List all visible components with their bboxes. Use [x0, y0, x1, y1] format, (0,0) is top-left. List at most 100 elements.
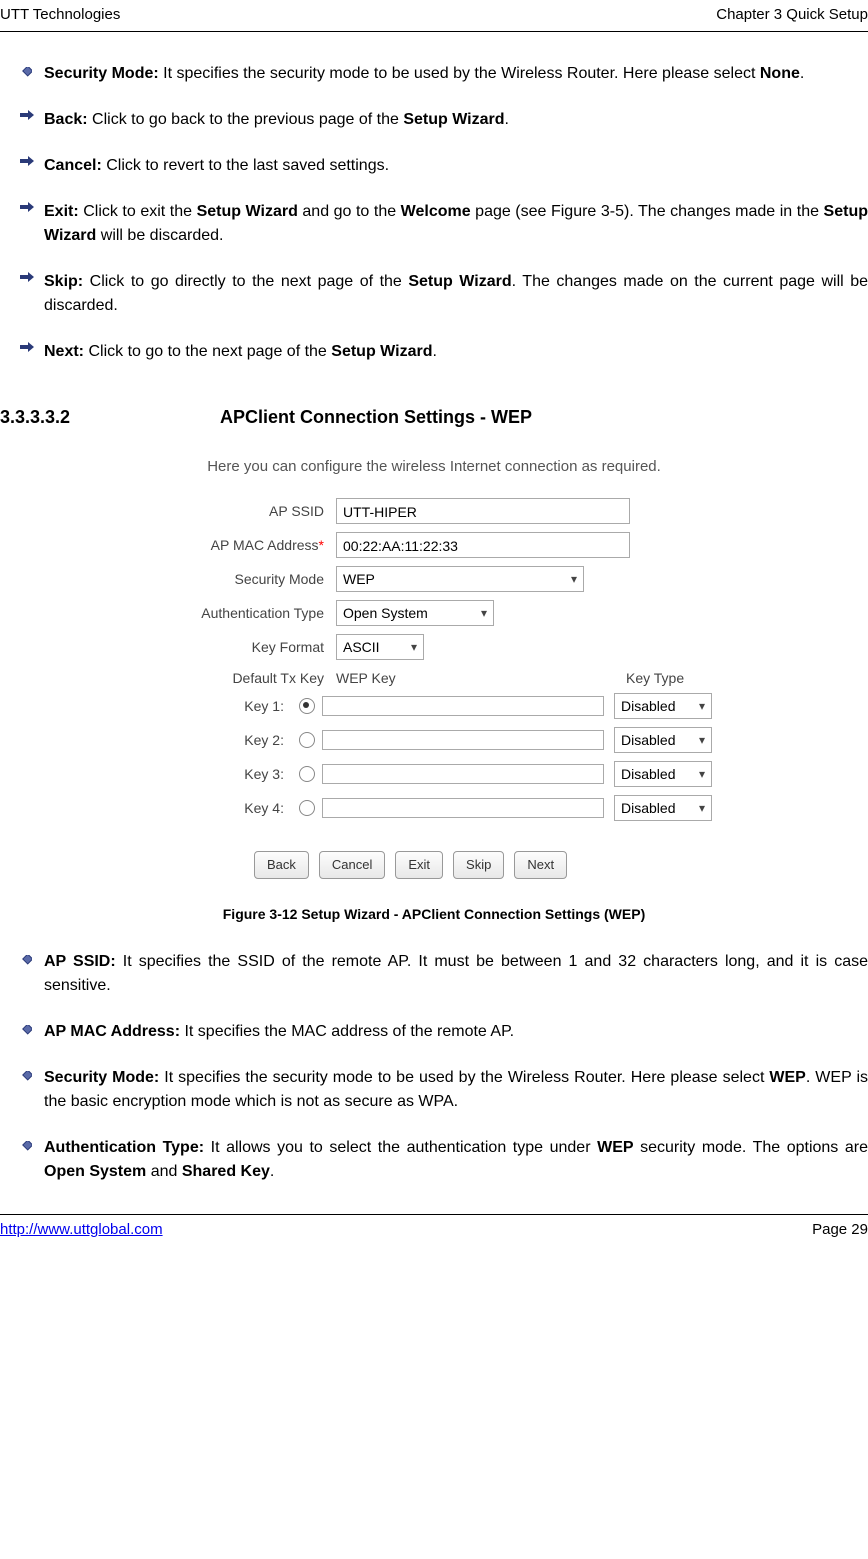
diamond-icon	[20, 1020, 44, 1044]
label-key3: Key 3:	[134, 764, 292, 785]
header-left: UTT Technologies	[0, 4, 120, 27]
diamond-icon	[20, 1136, 44, 1184]
bullet-ap-mac: AP MAC Address: It specifies the MAC add…	[20, 1020, 868, 1044]
key1-input[interactable]	[322, 696, 604, 716]
text: It allows you to select the authenticati…	[211, 1139, 597, 1156]
footer-url[interactable]: http://www.uttglobal.com	[0, 1219, 163, 1242]
bullet-security-mode: Security Mode: It specifies the security…	[20, 62, 868, 86]
key-format-select[interactable]: ASCII	[336, 634, 424, 660]
text: Setup Wizard	[331, 343, 432, 360]
label: Exit:	[44, 203, 83, 220]
header-right: Chapter 3 Quick Setup	[716, 4, 868, 27]
text: .	[800, 65, 804, 82]
label: Cancel:	[44, 157, 106, 174]
text: .	[432, 343, 436, 360]
back-button[interactable]: Back	[254, 851, 309, 879]
security-mode-select[interactable]: WEP	[336, 566, 584, 592]
text: It specifies the security mode to be use…	[163, 65, 760, 82]
diamond-icon	[20, 62, 44, 86]
key4-input[interactable]	[322, 798, 604, 818]
key3-input[interactable]	[322, 764, 604, 784]
text: and	[146, 1163, 182, 1180]
label-default-tx: Default Tx Key	[134, 668, 336, 689]
bullet-auth-type: Authentication Type: It allows you to se…	[20, 1136, 868, 1184]
next-button[interactable]: Next	[514, 851, 567, 879]
label-ap-mac: AP MAC Address*	[134, 535, 336, 556]
arrow-icon	[20, 200, 44, 248]
text: Click to go back to the previous page of…	[92, 111, 403, 128]
label: Next:	[44, 343, 88, 360]
text: WEP	[769, 1069, 805, 1086]
text: page (see Figure 3-5). The changes made …	[471, 203, 824, 220]
key4-type-select[interactable]: Disabled	[614, 795, 712, 821]
auth-type-select[interactable]: Open System	[336, 600, 494, 626]
key2-type-select[interactable]: Disabled	[614, 727, 712, 753]
diamond-icon	[20, 1066, 44, 1114]
label: AP SSID:	[44, 953, 123, 970]
text: It specifies the security mode to be use…	[164, 1069, 769, 1086]
text: security mode. The options are	[634, 1139, 868, 1156]
section-title: APClient Connection Settings - WEP	[220, 404, 532, 431]
bullet-exit: Exit: Click to exit the Setup Wizard and…	[20, 200, 868, 248]
key1-type-select[interactable]: Disabled	[614, 693, 712, 719]
skip-button[interactable]: Skip	[453, 851, 504, 879]
text: Click to go directly to the next page of…	[90, 273, 409, 290]
key3-radio[interactable]	[299, 766, 315, 782]
arrow-icon	[20, 108, 44, 132]
text: and go to the	[298, 203, 401, 220]
exit-button[interactable]: Exit	[395, 851, 443, 879]
text: None	[760, 65, 800, 82]
ap-mac-input[interactable]: 00:22:AA:11:22:33	[336, 532, 630, 558]
key1-radio[interactable]	[299, 698, 315, 714]
key3-type-select[interactable]: Disabled	[614, 761, 712, 787]
key2-input[interactable]	[322, 730, 604, 750]
bullet-cancel: Cancel: Click to revert to the last save…	[20, 154, 868, 178]
label-auth-type: Authentication Type	[134, 603, 336, 624]
text: .	[270, 1163, 274, 1180]
label-key1: Key 1:	[134, 696, 292, 717]
text: WEP	[597, 1139, 633, 1156]
label-key-format: Key Format	[134, 637, 336, 658]
text: Click to revert to the last saved settin…	[106, 157, 389, 174]
text: Setup Wizard	[408, 273, 511, 290]
text: Setup Wizard	[403, 111, 504, 128]
label: Security Mode:	[44, 65, 163, 82]
section-number: 3.3.3.3.2	[0, 404, 220, 431]
text: .	[505, 111, 509, 128]
diamond-icon	[20, 950, 44, 998]
bullet-sec-mode: Security Mode: It specifies the security…	[20, 1066, 868, 1114]
text: Welcome	[401, 203, 471, 220]
label: Security Mode:	[44, 1069, 164, 1086]
footer-page: Page 29	[812, 1219, 868, 1242]
label-key-type: Key Type	[626, 668, 684, 689]
bullet-next: Next: Click to go to the next page of th…	[20, 340, 868, 364]
bullet-skip: Skip: Click to go directly to the next p…	[20, 270, 868, 318]
label-security-mode: Security Mode	[134, 569, 336, 590]
label: Skip:	[44, 273, 90, 290]
label-key4: Key 4:	[134, 798, 292, 819]
bullet-back: Back: Click to go back to the previous p…	[20, 108, 868, 132]
arrow-icon	[20, 340, 44, 364]
label: Back:	[44, 111, 92, 128]
text: Shared Key	[182, 1163, 270, 1180]
bullet-ap-ssid: AP SSID: It specifies the SSID of the re…	[20, 950, 868, 998]
arrow-icon	[20, 154, 44, 178]
key4-radio[interactable]	[299, 800, 315, 816]
label: Authentication Type:	[44, 1139, 211, 1156]
figure-caption: Figure 3-12 Setup Wizard - APClient Conn…	[0, 904, 868, 925]
text: It specifies the SSID of the remote AP. …	[44, 953, 868, 994]
ap-ssid-input[interactable]: UTT-HIPER	[336, 498, 630, 524]
key2-radio[interactable]	[299, 732, 315, 748]
text: Setup Wizard	[197, 203, 298, 220]
label-key2: Key 2:	[134, 730, 292, 751]
text: will be discarded.	[96, 227, 223, 244]
text: Open System	[44, 1163, 146, 1180]
arrow-icon	[20, 270, 44, 318]
cancel-button[interactable]: Cancel	[319, 851, 385, 879]
text: Click to exit the	[83, 203, 196, 220]
text: Click to go to the next page of the	[88, 343, 331, 360]
label-wep-key: WEP Key	[336, 668, 626, 689]
figure-intro: Here you can configure the wireless Inte…	[134, 456, 734, 479]
text: It specifies the MAC address of the remo…	[184, 1023, 514, 1040]
label: AP MAC Address:	[44, 1023, 184, 1040]
